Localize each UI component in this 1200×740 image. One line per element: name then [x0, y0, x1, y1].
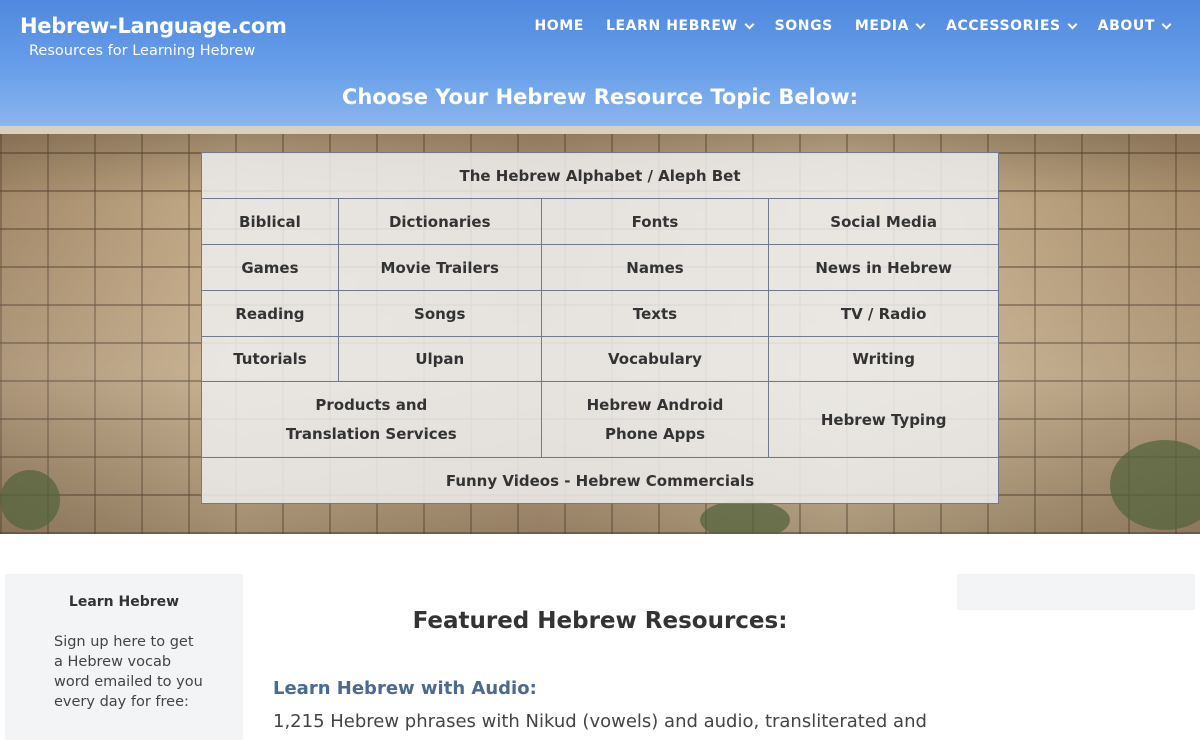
topic-alphabet[interactable]: The Hebrew Alphabet / Aleph Bet [201, 152, 999, 199]
hero-banner: Hebrew-Language.com Resources for Learni… [0, 0, 1200, 534]
topic-products-line2: Translation Services [285, 424, 457, 443]
nav-about-label: ABOUT [1097, 18, 1155, 34]
nav-about[interactable]: ABOUT [1097, 18, 1172, 34]
nav-home-label: HOME [534, 18, 584, 34]
nav-accessories[interactable]: ACCESSORIES [946, 18, 1078, 34]
topic-writing[interactable]: Writing [768, 336, 999, 382]
site-tagline: Resources for Learning Hebrew [29, 43, 256, 59]
topic-vocabulary[interactable]: Vocabulary [540, 336, 770, 382]
signup-widget: Learn Hebrew Sign up here to get a Hebre… [5, 574, 243, 740]
nav-home[interactable]: HOME [534, 18, 584, 34]
topic-fonts[interactable]: Fonts [540, 198, 770, 245]
nav-accessories-label: ACCESSORIES [946, 18, 1061, 34]
topic-tv-radio[interactable]: TV / Radio [768, 290, 999, 337]
topic-products-line1: Products and [315, 395, 428, 414]
audio-resource-description: 1,215 Hebrew phrases with Nikud (vowels)… [273, 711, 927, 732]
chevron-down-icon [744, 19, 755, 29]
right-sidebar-widget [957, 574, 1195, 610]
foliage [0, 470, 60, 530]
chevron-down-icon [915, 19, 926, 29]
site-title[interactable]: Hebrew-Language.com [20, 14, 287, 38]
topic-songs[interactable]: Songs [337, 290, 542, 337]
topic-table: The Hebrew Alphabet / Aleph Bet Biblical… [201, 152, 999, 504]
topic-games[interactable]: Games [201, 244, 339, 291]
nav-learn-hebrew-label: LEARN HEBREW [605, 18, 738, 34]
nav-media-label: MEDIA [854, 18, 910, 34]
topic-biblical[interactable]: Biblical [201, 198, 339, 245]
nav-songs-label: SONGS [774, 18, 833, 34]
topic-android-line1: Hebrew Android [586, 395, 724, 414]
topic-funny-videos[interactable]: Funny Videos - Hebrew Commercials [201, 457, 999, 504]
topic-tutorials[interactable]: Tutorials [201, 336, 339, 382]
topic-movie-trailers[interactable]: Movie Trailers [337, 244, 542, 291]
hero-heading: Choose Your Hebrew Resource Topic Below: [341, 85, 859, 109]
chevron-down-icon [1067, 19, 1078, 29]
nav-learn-hebrew[interactable]: LEARN HEBREW [605, 18, 755, 34]
nav-media[interactable]: MEDIA [854, 18, 926, 34]
topic-names[interactable]: Names [540, 244, 770, 291]
topic-reading[interactable]: Reading [201, 290, 339, 337]
featured-title: Featured Hebrew Resources: [412, 608, 788, 634]
topic-texts[interactable]: Texts [540, 290, 770, 337]
topic-android-apps[interactable]: Hebrew Android Phone Apps [540, 381, 770, 458]
widget-text: Sign up here to get a Hebrew vocab word … [54, 634, 203, 710]
topic-android-line2: Phone Apps [604, 424, 706, 443]
topic-social-media[interactable]: Social Media [768, 198, 999, 245]
chevron-down-icon [1161, 19, 1172, 29]
foliage [700, 500, 790, 534]
audio-resource-link[interactable]: Learn Hebrew with Audio: [273, 678, 537, 699]
main-nav: HOME LEARN HEBREW SONGS MEDIA ACCESSORIE… [534, 18, 1172, 34]
topic-products-translation[interactable]: Products and Translation Services [201, 381, 542, 458]
topic-hebrew-typing[interactable]: Hebrew Typing [768, 381, 999, 458]
nav-songs[interactable]: SONGS [775, 18, 833, 34]
topic-news[interactable]: News in Hebrew [768, 244, 999, 291]
topic-dictionaries[interactable]: Dictionaries [337, 198, 542, 245]
topic-ulpan[interactable]: Ulpan [337, 336, 542, 382]
wall-top-ledge [0, 126, 1200, 134]
